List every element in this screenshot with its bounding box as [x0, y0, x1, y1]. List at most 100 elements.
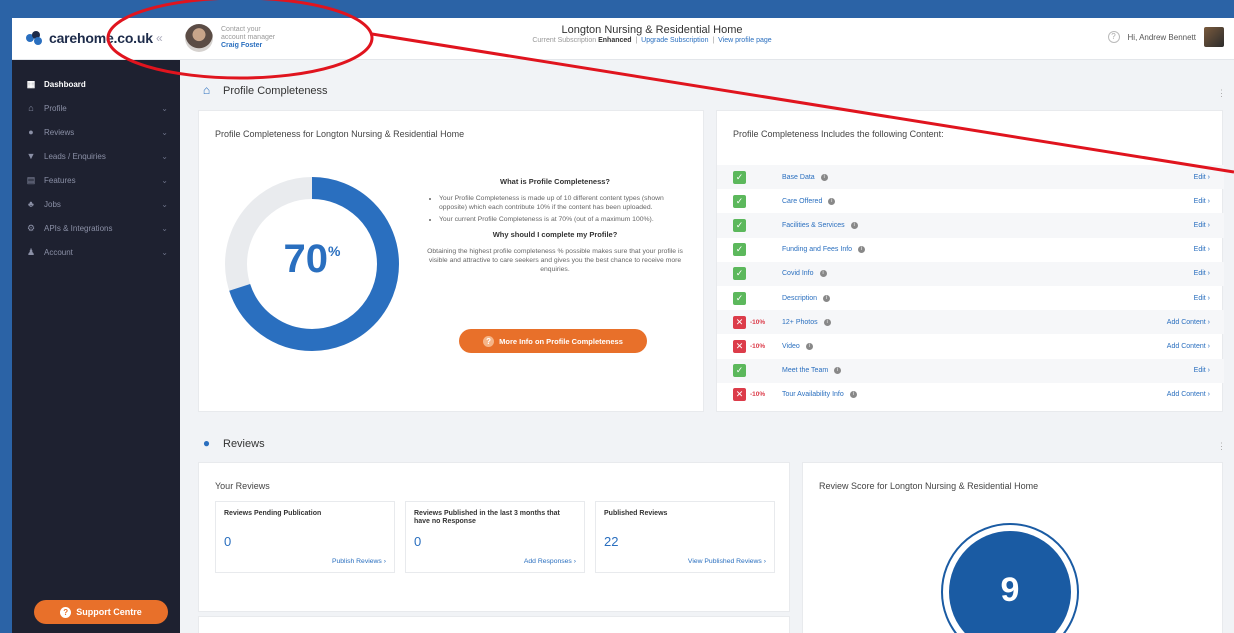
check-icon: ✓ [733, 267, 746, 281]
chevron-down-icon: ⌄ [161, 103, 168, 113]
sidebar-item-jobs[interactable]: ♣ Jobs ⌄ [12, 192, 180, 216]
info-bullet: Your current Profile Completeness is at … [439, 215, 685, 224]
section-menu-icon[interactable]: ⋮ [1217, 441, 1226, 452]
profile-completeness-card: Profile Completeness for Longton Nursing… [198, 110, 704, 412]
content-name[interactable]: Description [782, 295, 817, 302]
manager-line2: account manager [221, 34, 276, 41]
add-responses-link[interactable]: Add Responses › [524, 558, 576, 565]
separator: | [635, 37, 638, 44]
collapse-sidebar-icon[interactable]: « [156, 31, 163, 45]
sidebar-item-features[interactable]: ▤ Features ⌄ [12, 168, 180, 192]
logo[interactable]: carehome.co.uk [26, 30, 153, 46]
chevron-down-icon: ⌄ [161, 199, 168, 209]
profile-section-heading: ⌂ Profile Completeness [200, 84, 328, 97]
manager-name: Craig Foster [221, 42, 263, 49]
upgrade-subscription-link[interactable]: Upgrade Subscription [641, 37, 708, 44]
content-name[interactable]: 12+ Photos [782, 319, 818, 326]
grid-icon: ▤ [26, 175, 36, 185]
content-action-link[interactable]: Edit › [1194, 295, 1210, 302]
content-action-link[interactable]: Edit › [1194, 246, 1210, 253]
logo-icon [26, 31, 44, 45]
content-action-link[interactable]: Edit › [1194, 367, 1210, 374]
review-score: 9 [949, 531, 1071, 633]
user-icon: ♟ [26, 247, 36, 257]
content-row: ✕ -10% Tour Availability Info i Add Content … [717, 383, 1224, 407]
sidebar-item-dashboard[interactable]: ▦ Dashboard [12, 72, 180, 96]
stat-pending: Reviews Pending Publication 0 Publish Re… [215, 501, 395, 573]
card-title: Profile Completeness Includes the follow… [733, 129, 944, 139]
info-icon[interactable]: i [828, 197, 836, 205]
penalty-label: -10% [750, 391, 766, 399]
view-profile-link[interactable]: View profile page [718, 37, 772, 44]
info-icon[interactable]: i [858, 246, 866, 254]
section-title: Reviews [223, 437, 265, 450]
view-published-reviews-link[interactable]: View Published Reviews › [688, 558, 766, 565]
content-action-link[interactable]: Edit › [1194, 270, 1210, 277]
content-action-link[interactable]: Edit › [1194, 174, 1210, 181]
info-icon[interactable]: i [850, 221, 858, 229]
user-menu[interactable]: ? Hi, Andrew Bennett [1107, 27, 1224, 47]
publish-reviews-link[interactable]: Publish Reviews › [332, 558, 386, 565]
integration-icon: ⚙ [26, 223, 36, 233]
home-header: Longton Nursing & Residential Home Curre… [452, 24, 852, 44]
info-icon[interactable]: i [834, 367, 842, 375]
people-icon: ♣ [28, 199, 34, 209]
user-greeting[interactable]: Hi, Andrew Bennett [1128, 33, 1196, 42]
info-icon[interactable]: i [819, 270, 827, 278]
reviews-section-heading: ● Reviews [200, 437, 265, 450]
info-icon[interactable]: i [849, 391, 857, 399]
support-centre-button[interactable]: ? Support Centre [34, 600, 168, 624]
more-info-button[interactable]: ? More Info on Profile Completeness [459, 329, 647, 353]
sidebar-item-leads[interactable]: ▼ Leads / Enquiries ⌄ [12, 144, 180, 168]
content-name[interactable]: Covid Info [782, 270, 814, 277]
content-action-link[interactable]: Edit › [1194, 198, 1210, 205]
chevron-down-icon: ⌄ [161, 175, 168, 185]
content-row: ✓ Covid Info i Edit › [717, 261, 1224, 286]
section-menu-icon[interactable]: ⋮ [1217, 88, 1226, 99]
content-name[interactable]: Video [782, 343, 800, 350]
app-window: carehome.co.uk « Contact your account ma… [12, 18, 1234, 633]
stat-label: Published Reviews [604, 510, 668, 517]
stat-value: 0 [224, 534, 232, 549]
info-icon[interactable]: i [823, 318, 831, 326]
content-row: ✓ Base Data i Edit › [717, 165, 1224, 190]
completeness-donut: 70% [223, 175, 401, 353]
content-action-link[interactable]: Edit › [1194, 222, 1210, 229]
check-icon: ✓ [733, 194, 746, 208]
info-icon[interactable]: i [823, 294, 831, 302]
completeness-info: What is Profile Completeness? Your Profi… [425, 177, 685, 274]
sidebar-item-label: Dashboard [44, 79, 86, 89]
info-icon[interactable]: i [805, 342, 813, 350]
penalty-label: -10% [750, 318, 766, 326]
sidebar-item-reviews[interactable]: ● Reviews ⌄ [12, 120, 180, 144]
user-avatar[interactable] [1204, 27, 1224, 47]
support-label: Support Centre [76, 607, 142, 617]
sidebar-item-profile[interactable]: ⌂ Profile ⌄ [12, 96, 180, 120]
main-content: ⌂ Profile Completeness ⋮ Profile Complet… [180, 60, 1234, 633]
content-name[interactable]: Care Offered [782, 198, 822, 205]
content-name[interactable]: Tour Availability Info [782, 391, 844, 398]
content-action-link[interactable]: Add Content › [1167, 343, 1210, 350]
content-name[interactable]: Meet the Team [782, 367, 828, 374]
content-row: ✕ -10% 12+ Photos i Add Content › [717, 310, 1224, 335]
help-icon[interactable]: ? [1107, 31, 1120, 43]
info-icon[interactable]: i [820, 173, 828, 181]
content-name[interactable]: Base Data [782, 174, 815, 181]
content-row: ✓ Description i Edit › [717, 286, 1224, 310]
completeness-percent: 70% [283, 237, 341, 281]
content-list: ✓ Base Data i Edit › ✓ Care Offered i Edit › ✓ Fa… [717, 165, 1224, 407]
section-title: Profile Completeness [223, 84, 328, 97]
sidebar-item-apis[interactable]: ⚙ APIs & Integrations ⌄ [12, 216, 180, 240]
check-icon: ✓ [733, 291, 746, 305]
separator: | [712, 37, 715, 44]
content-name[interactable]: Funding and Fees Info [782, 246, 852, 253]
what-title: What is Profile Completeness? [499, 177, 611, 186]
content-action-link[interactable]: Add Content › [1167, 391, 1210, 398]
cross-icon: ✕ [733, 388, 746, 402]
content-name[interactable]: Facilities & Services [782, 222, 845, 229]
chat-icon: ● [202, 436, 211, 450]
content-action-link[interactable]: Add Content › [1167, 319, 1210, 326]
check-icon: ✓ [733, 364, 746, 378]
sidebar-item-account[interactable]: ♟ Account ⌄ [12, 240, 180, 264]
account-manager[interactable]: Contact your account manager Craig Foste… [185, 24, 275, 52]
